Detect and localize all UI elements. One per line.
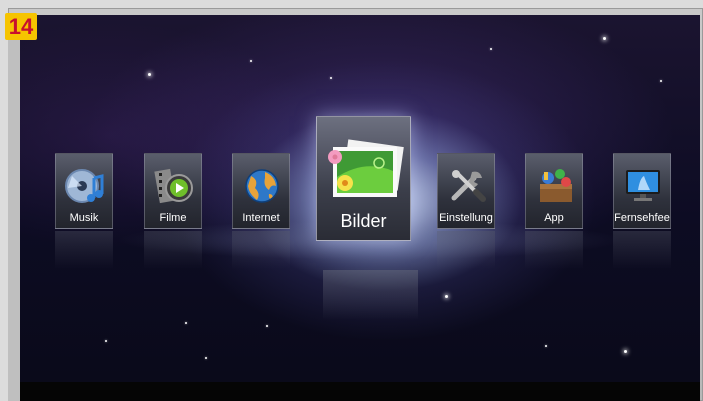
star [603,37,606,40]
menu-tile-label: Musik [69,212,99,224]
media-launcher-screen: Musik Filme Internet Bilder Einstellung … [20,15,700,382]
tile-reflection [437,231,495,269]
star [185,322,187,324]
star [105,340,107,342]
tile-reflection [232,231,290,269]
globe-icon [245,169,279,203]
tv-icon [626,170,660,201]
photo-icon [328,139,404,197]
menu-tile-fernsehfee[interactable]: Fernsehfee [613,153,671,229]
tools-icon [451,170,486,202]
tile-reflection [525,231,583,269]
menu-tile-label: Bilder [340,211,387,231]
star [660,80,662,82]
star [250,60,252,62]
tile-reflection [613,231,671,269]
star [545,345,547,347]
star [490,48,492,50]
menu-tile-label: Filme [159,212,187,224]
tile-reflection [323,270,418,320]
star [205,357,207,359]
star [148,73,151,76]
menu-tile-label: Internet [242,212,280,224]
menu-tile-bilder[interactable]: Bilder [316,116,411,241]
number-badge: 14 [5,13,37,40]
menu-tile-internet[interactable]: Internet [232,153,290,229]
app-box-icon [540,169,572,202]
music-disc-icon [65,169,104,203]
star [266,325,268,327]
frame-edge [8,15,20,401]
screen-bottom-bar [20,382,700,401]
tile-reflection [55,231,113,269]
menu-tile-label: Einstellung [439,212,493,224]
film-reel-icon [154,168,193,204]
menu-tile-label: Fernsehfee [614,212,670,224]
star [624,350,627,353]
star [330,77,332,79]
menu-tile-einstellung[interactable]: Einstellung [437,153,495,229]
menu-tile-app[interactable]: App [525,153,583,229]
menu-tile-filme[interactable]: Filme [144,153,202,229]
menu-tile-musik[interactable]: Musik [55,153,113,229]
menu-tile-label: App [544,212,564,224]
star [445,295,448,298]
tile-reflection [144,231,202,269]
